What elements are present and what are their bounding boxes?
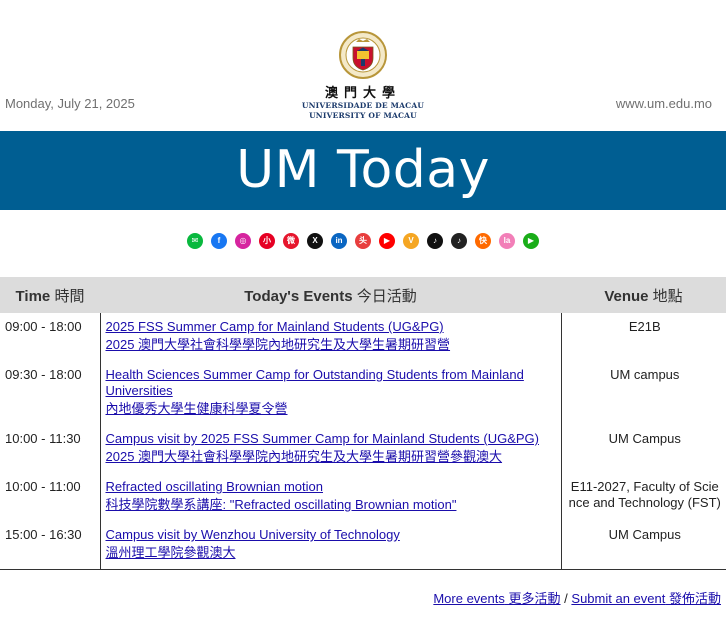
event-cell: Health Sciences Summer Camp for Outstand… bbox=[100, 361, 562, 425]
venue-column-header: Venue 地點 bbox=[561, 277, 726, 313]
logo-portuguese-name: UNIVERSIDADE DE MACAU bbox=[301, 101, 425, 110]
banner-title: UM Today bbox=[236, 140, 490, 200]
event-venue: E11-2027, Faculty of Science and Technol… bbox=[568, 479, 721, 510]
event-link-en[interactable]: Campus visit by 2025 FSS Summer Camp for… bbox=[106, 431, 553, 447]
um-today-banner: UM Today bbox=[0, 131, 726, 210]
event-link-cn[interactable]: 科技學院數學系講座: "Refracted oscillating Browni… bbox=[106, 497, 553, 513]
tiktok-icon[interactable]: ♪ bbox=[427, 233, 443, 249]
more-events-cn: 更多活動 bbox=[508, 591, 561, 606]
table-row: 09:00 - 18:00 2025 FSS Summer Camp for M… bbox=[0, 313, 726, 361]
logo-english-name: UNIVERSITY OF MACAU bbox=[309, 111, 417, 120]
youtube-icon[interactable]: ▶ bbox=[379, 233, 395, 249]
x-icon[interactable]: X bbox=[307, 233, 323, 249]
submit-event-en: Submit an event bbox=[571, 591, 666, 606]
website-link[interactable]: www.um.edu.mo bbox=[616, 96, 712, 111]
table-row: 09:30 - 18:00 Health Sciences Summer Cam… bbox=[0, 361, 726, 425]
lala-icon[interactable]: la bbox=[499, 233, 515, 249]
facebook-icon[interactable]: f bbox=[211, 233, 227, 249]
table-row: 10:00 - 11:30 Campus visit by 2025 FSS S… bbox=[0, 425, 726, 473]
footer-links: More events 更多活動 / Submit an event 發佈活動 bbox=[433, 588, 721, 607]
events-table: Time 時間 Today's Events 今日活動 Venue 地點 09:… bbox=[0, 277, 726, 570]
masthead: Monday, July 21, 2025 澳門大學 UNIVERSIDADE … bbox=[0, 0, 726, 130]
events-table-header: Time 時間 Today's Events 今日活動 Venue 地點 bbox=[0, 277, 726, 313]
instagram-icon[interactable]: ◎ bbox=[235, 233, 251, 249]
logo-chinese-name: 澳門大學 bbox=[324, 86, 401, 101]
university-crest-icon bbox=[339, 31, 387, 79]
event-time: 09:00 - 18:00 bbox=[0, 313, 101, 361]
event-cell: Campus visit by Wenzhou University of Te… bbox=[100, 521, 562, 570]
event-venue: UM Campus bbox=[608, 431, 681, 446]
events-header-en: Today's Events bbox=[244, 287, 353, 305]
linkedin-icon[interactable]: in bbox=[331, 233, 347, 249]
douyin-icon[interactable]: ♪ bbox=[451, 233, 467, 249]
time-header-en: Time bbox=[15, 287, 51, 305]
wechat-icon[interactable]: ✉ bbox=[187, 233, 203, 249]
table-row: 15:00 - 16:30 Campus visit by Wenzhou Un… bbox=[0, 521, 726, 570]
more-events-en: More events bbox=[433, 591, 505, 606]
event-venue: E21B bbox=[628, 319, 661, 334]
time-header-cn: 時間 bbox=[54, 287, 85, 305]
um-logo[interactable]: 澳門大學 UNIVERSIDADE DE MACAU UNIVERSITY OF… bbox=[298, 30, 428, 121]
video-channel-icon[interactable]: ▶ bbox=[523, 233, 539, 249]
table-row: 10:00 - 11:00 Refracted oscillating Brow… bbox=[0, 473, 726, 521]
event-link-cn[interactable]: 2025 澳門大學社會科學學院內地研究生及大學生暑期研習營 bbox=[106, 337, 553, 353]
toutiao-icon[interactable]: 头 bbox=[355, 233, 371, 249]
venue-header-cn: 地點 bbox=[652, 287, 683, 305]
event-cell: 2025 FSS Summer Camp for Mainland Studen… bbox=[100, 313, 562, 361]
submit-event-link[interactable]: Submit an event 發佈活動 bbox=[571, 591, 721, 606]
event-link-cn[interactable]: 2025 澳門大學社會科學學院內地研究生及大學生暑期研習營參觀澳大 bbox=[106, 449, 553, 465]
events-header-cn: 今日活動 bbox=[356, 287, 417, 305]
event-link-cn[interactable]: 內地優秀大學生健康科學夏令營 bbox=[106, 401, 553, 417]
event-cell: Campus visit by 2025 FSS Summer Camp for… bbox=[100, 425, 562, 473]
more-events-link[interactable]: More events 更多活動 bbox=[433, 591, 560, 606]
event-venue: UM campus bbox=[610, 367, 680, 382]
event-cell: Refracted oscillating Brownian motion 科技… bbox=[100, 473, 562, 521]
event-link-en[interactable]: 2025 FSS Summer Camp for Mainland Studen… bbox=[106, 319, 553, 335]
footer-separator: / bbox=[564, 591, 568, 606]
event-time: 10:00 - 11:00 bbox=[0, 473, 101, 521]
submit-event-cn: 發佈活動 bbox=[668, 591, 721, 606]
event-link-cn[interactable]: 溫州理工學院參觀澳大 bbox=[106, 545, 553, 561]
venue-header-en: Venue bbox=[604, 287, 649, 305]
event-time: 09:30 - 18:00 bbox=[0, 361, 101, 425]
events-column-header: Today's Events 今日活動 bbox=[100, 277, 561, 313]
event-time: 10:00 - 11:30 bbox=[0, 425, 101, 473]
social-media-icons: ✉ f ◎ 小微 Xin 头 ▶ V ♪ ♪ 快 la ▶ bbox=[0, 233, 726, 251]
issue-date: Monday, July 21, 2025 bbox=[5, 96, 135, 111]
kuaishou-icon[interactable]: 快 bbox=[475, 233, 491, 249]
event-time: 15:00 - 16:30 bbox=[0, 521, 101, 570]
event-link-en[interactable]: Health Sciences Summer Camp for Outstand… bbox=[106, 367, 553, 399]
xiaohongshu-icon[interactable]: 小 bbox=[259, 233, 275, 249]
bilibili-icon[interactable]: V bbox=[403, 233, 419, 249]
weibo-icon[interactable]: 微 bbox=[283, 233, 299, 249]
event-link-en[interactable]: Refracted oscillating Brownian motion bbox=[106, 479, 553, 495]
event-link-en[interactable]: Campus visit by Wenzhou University of Te… bbox=[106, 527, 553, 543]
time-column-header: Time 時間 bbox=[0, 277, 100, 313]
event-venue: UM Campus bbox=[561, 521, 726, 570]
